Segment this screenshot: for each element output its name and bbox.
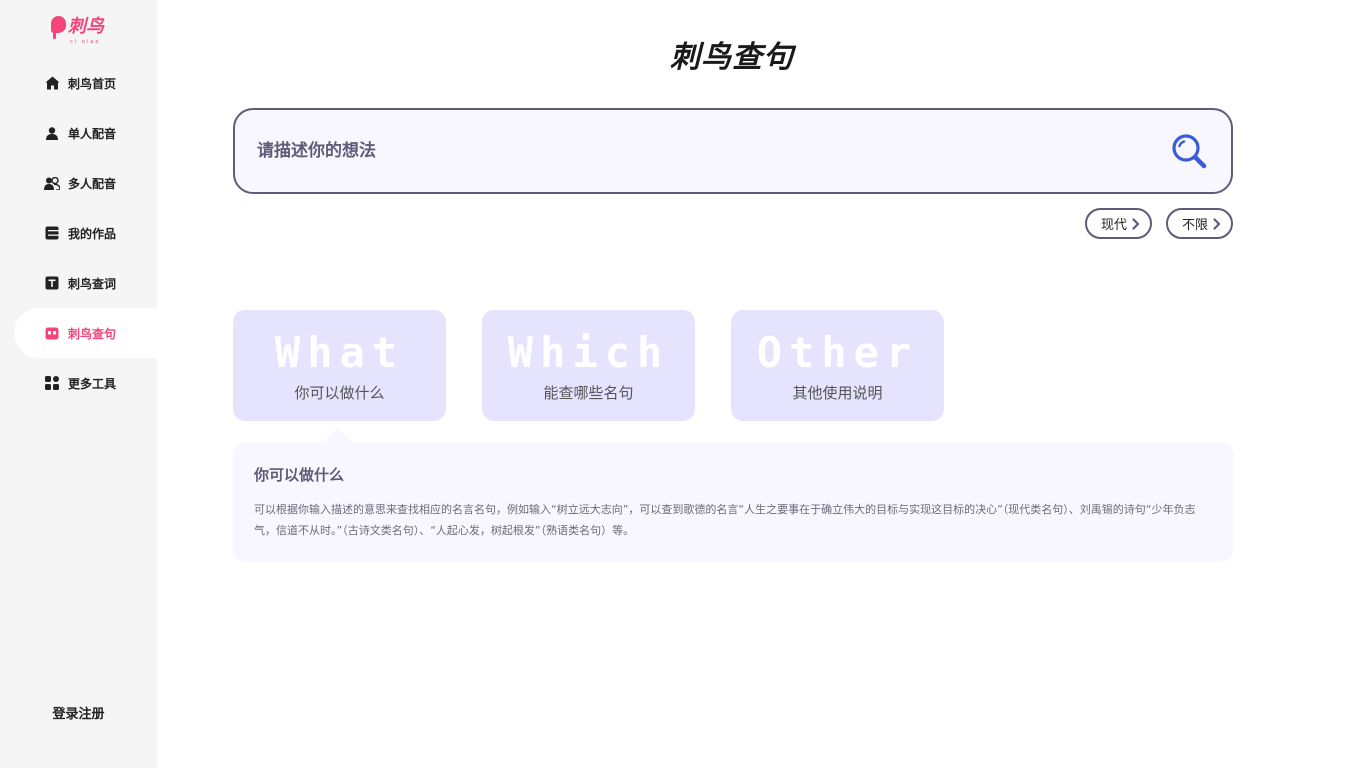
sidebar-item-sentence-lookup[interactable]: 刺鸟查句 (14, 308, 157, 358)
search-icon (1172, 134, 1207, 169)
login-register-button[interactable]: 登录注册 (0, 703, 157, 722)
card-bg-word: Which (507, 328, 670, 377)
sidebar-item-label: 更多工具 (68, 376, 117, 391)
sidebar-item-label: 刺鸟查词 (68, 276, 117, 291)
logo-pinyin: ci niao (70, 39, 101, 45)
sidebar-item-label: 刺鸟首页 (68, 76, 117, 91)
era-filter-dropdown[interactable]: 现代 (1084, 208, 1152, 239)
search-button[interactable] (1169, 131, 1209, 171)
card-what[interactable]: What 你可以做什么 (233, 310, 446, 421)
chevron-right-icon (1213, 217, 1223, 230)
sidebar-item-multi-dub[interactable]: 多人配音 (0, 158, 157, 208)
search-input[interactable] (235, 110, 1169, 192)
home-icon (44, 75, 60, 91)
sidebar-item-my-works[interactable]: 我的作品 (0, 208, 157, 258)
card-other[interactable]: Other 其他使用说明 (731, 310, 944, 421)
card-label: 你可以做什么 (294, 384, 385, 402)
card-bg-word: Other (756, 328, 919, 377)
card-label: 能查哪些名句 (543, 384, 634, 402)
type-filter-dropdown[interactable]: 不限 (1165, 208, 1233, 239)
text-t-icon (44, 275, 60, 291)
sidebar-item-label: 刺鸟查句 (68, 326, 117, 341)
description-panel: 你可以做什么 可以根据你输入描述的意思来查找相应的名言名句，例如输入“树立远大志… (233, 442, 1233, 562)
era-filter-label: 现代 (1100, 218, 1127, 233)
chevron-right-icon (1132, 217, 1142, 230)
filter-group: 现代 不限 (1084, 208, 1233, 239)
quote-icon (44, 325, 60, 341)
sidebar: 刺鸟 ci niao 刺鸟首页 单人配音 多人配音 我的作品 刺鸟查词 刺鸟查句… (0, 0, 157, 768)
people-icon (44, 175, 60, 191)
type-filter-label: 不限 (1181, 218, 1208, 233)
sidebar-item-single-dub[interactable]: 单人配音 (0, 108, 157, 158)
sidebar-item-home[interactable]: 刺鸟首页 (0, 58, 157, 108)
description-title: 你可以做什么 (254, 466, 345, 484)
search-box (233, 108, 1233, 194)
microphone-logo-icon (48, 14, 68, 40)
sidebar-item-label: 单人配音 (68, 126, 117, 141)
description-text: 可以根据你输入描述的意思来查找相应的名言名句，例如输入“树立远大志向”，可以查到… (254, 503, 1196, 537)
person-icon (44, 125, 60, 141)
sidebar-item-more-tools[interactable]: 更多工具 (0, 358, 157, 408)
panel-pointer-arrow (324, 427, 352, 442)
logo-text: 刺鸟 (68, 16, 104, 37)
grid-icon (44, 375, 60, 391)
card-which[interactable]: Which 能查哪些名句 (482, 310, 695, 421)
info-cards: What 你可以做什么 Which 能查哪些名句 Other 其他使用说明 (233, 310, 944, 421)
page-title: 刺鸟查句 (670, 40, 794, 75)
sidebar-item-label: 多人配音 (68, 176, 117, 191)
logo[interactable]: 刺鸟 ci niao (48, 14, 112, 45)
sidebar-item-word-lookup[interactable]: 刺鸟查词 (0, 258, 157, 308)
card-bg-word: What (274, 328, 405, 377)
sidebar-item-label: 我的作品 (68, 226, 117, 241)
card-label: 其他使用说明 (792, 384, 883, 402)
sidebar-nav: 刺鸟首页 单人配音 多人配音 我的作品 刺鸟查词 刺鸟查句 更多工具 (0, 58, 157, 408)
works-icon (44, 225, 60, 241)
